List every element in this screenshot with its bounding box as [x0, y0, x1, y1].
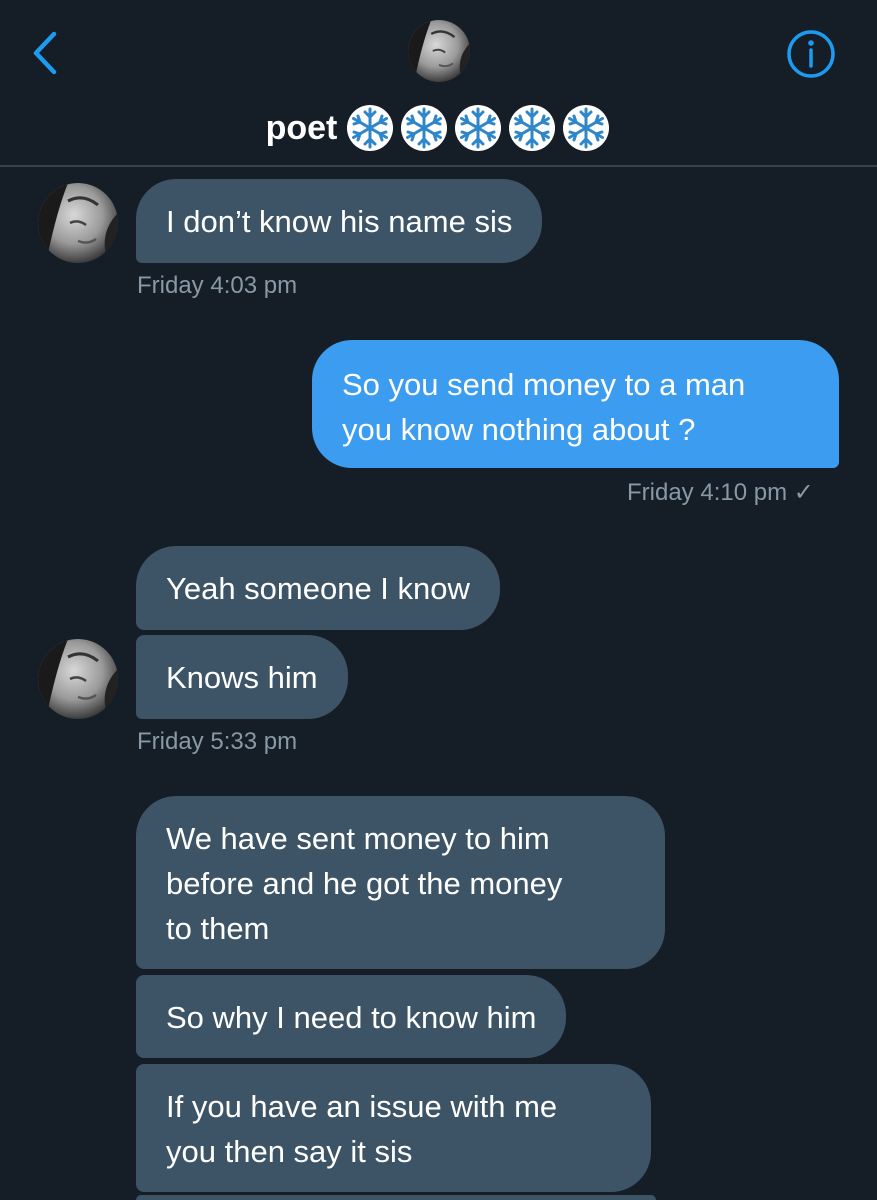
outgoing-message-bubble[interactable]: So you send money to a man you know noth…	[312, 340, 839, 468]
timestamp-text: Friday 4:10 pm	[627, 479, 788, 506]
incoming-message-bubble[interactable]: So why I need to know him	[136, 975, 567, 1058]
snowflake-icon	[561, 103, 611, 153]
contact-name: poet	[265, 108, 338, 147]
message-text-line: you know nothing about ?	[342, 412, 696, 447]
snowflake-icon	[453, 103, 503, 153]
message-text-line: before and he got the money	[166, 866, 563, 901]
snowflake-icon	[399, 103, 449, 153]
message-text: I don’t know his name sis	[166, 204, 513, 239]
message-text: Yeah someone I know	[166, 571, 470, 606]
message-text-line: So you send money to a man	[342, 367, 746, 402]
message-text-line: If you have an issue with me	[166, 1089, 558, 1124]
sender-avatar[interactable]	[38, 183, 118, 263]
back-button[interactable]	[22, 28, 70, 78]
info-button[interactable]	[786, 29, 836, 79]
incoming-message-bubble-partial	[136, 1195, 656, 1200]
info-circle-icon	[787, 30, 835, 78]
incoming-message-bubble[interactable]: We have sent money to him before and he …	[136, 796, 665, 969]
snowflake-icon	[345, 103, 395, 153]
message-text: Knows him	[166, 660, 318, 695]
snowflake-icon	[507, 103, 557, 153]
incoming-message-bubble[interactable]: Knows him	[136, 635, 348, 719]
name-emoji-group	[345, 103, 611, 153]
message-text-line: you then say it sis	[166, 1134, 413, 1169]
read-checkmark-icon: ✓	[793, 479, 814, 506]
incoming-message-bubble[interactable]: Yeah someone I know	[136, 546, 500, 630]
message-text-line: We have sent money to him	[166, 821, 550, 856]
message-text: So why I need to know him	[166, 1000, 537, 1035]
message-text-line: to them	[166, 911, 270, 946]
incoming-message-bubble[interactable]: If you have an issue with me you then sa…	[136, 1064, 651, 1192]
chevron-left-icon	[33, 31, 57, 75]
message-timestamp: Friday 4:10 pm ✓	[627, 478, 814, 507]
sender-avatar[interactable]	[38, 639, 118, 719]
incoming-message-bubble[interactable]: I don’t know his name sis	[136, 179, 543, 263]
contact-avatar[interactable]	[408, 20, 470, 82]
conversation-header: poet	[0, 0, 877, 167]
contact-title[interactable]: poet	[0, 100, 877, 156]
message-timestamp: Friday 5:33 pm	[137, 728, 298, 755]
message-timestamp: Friday 4:03 pm	[137, 272, 298, 299]
